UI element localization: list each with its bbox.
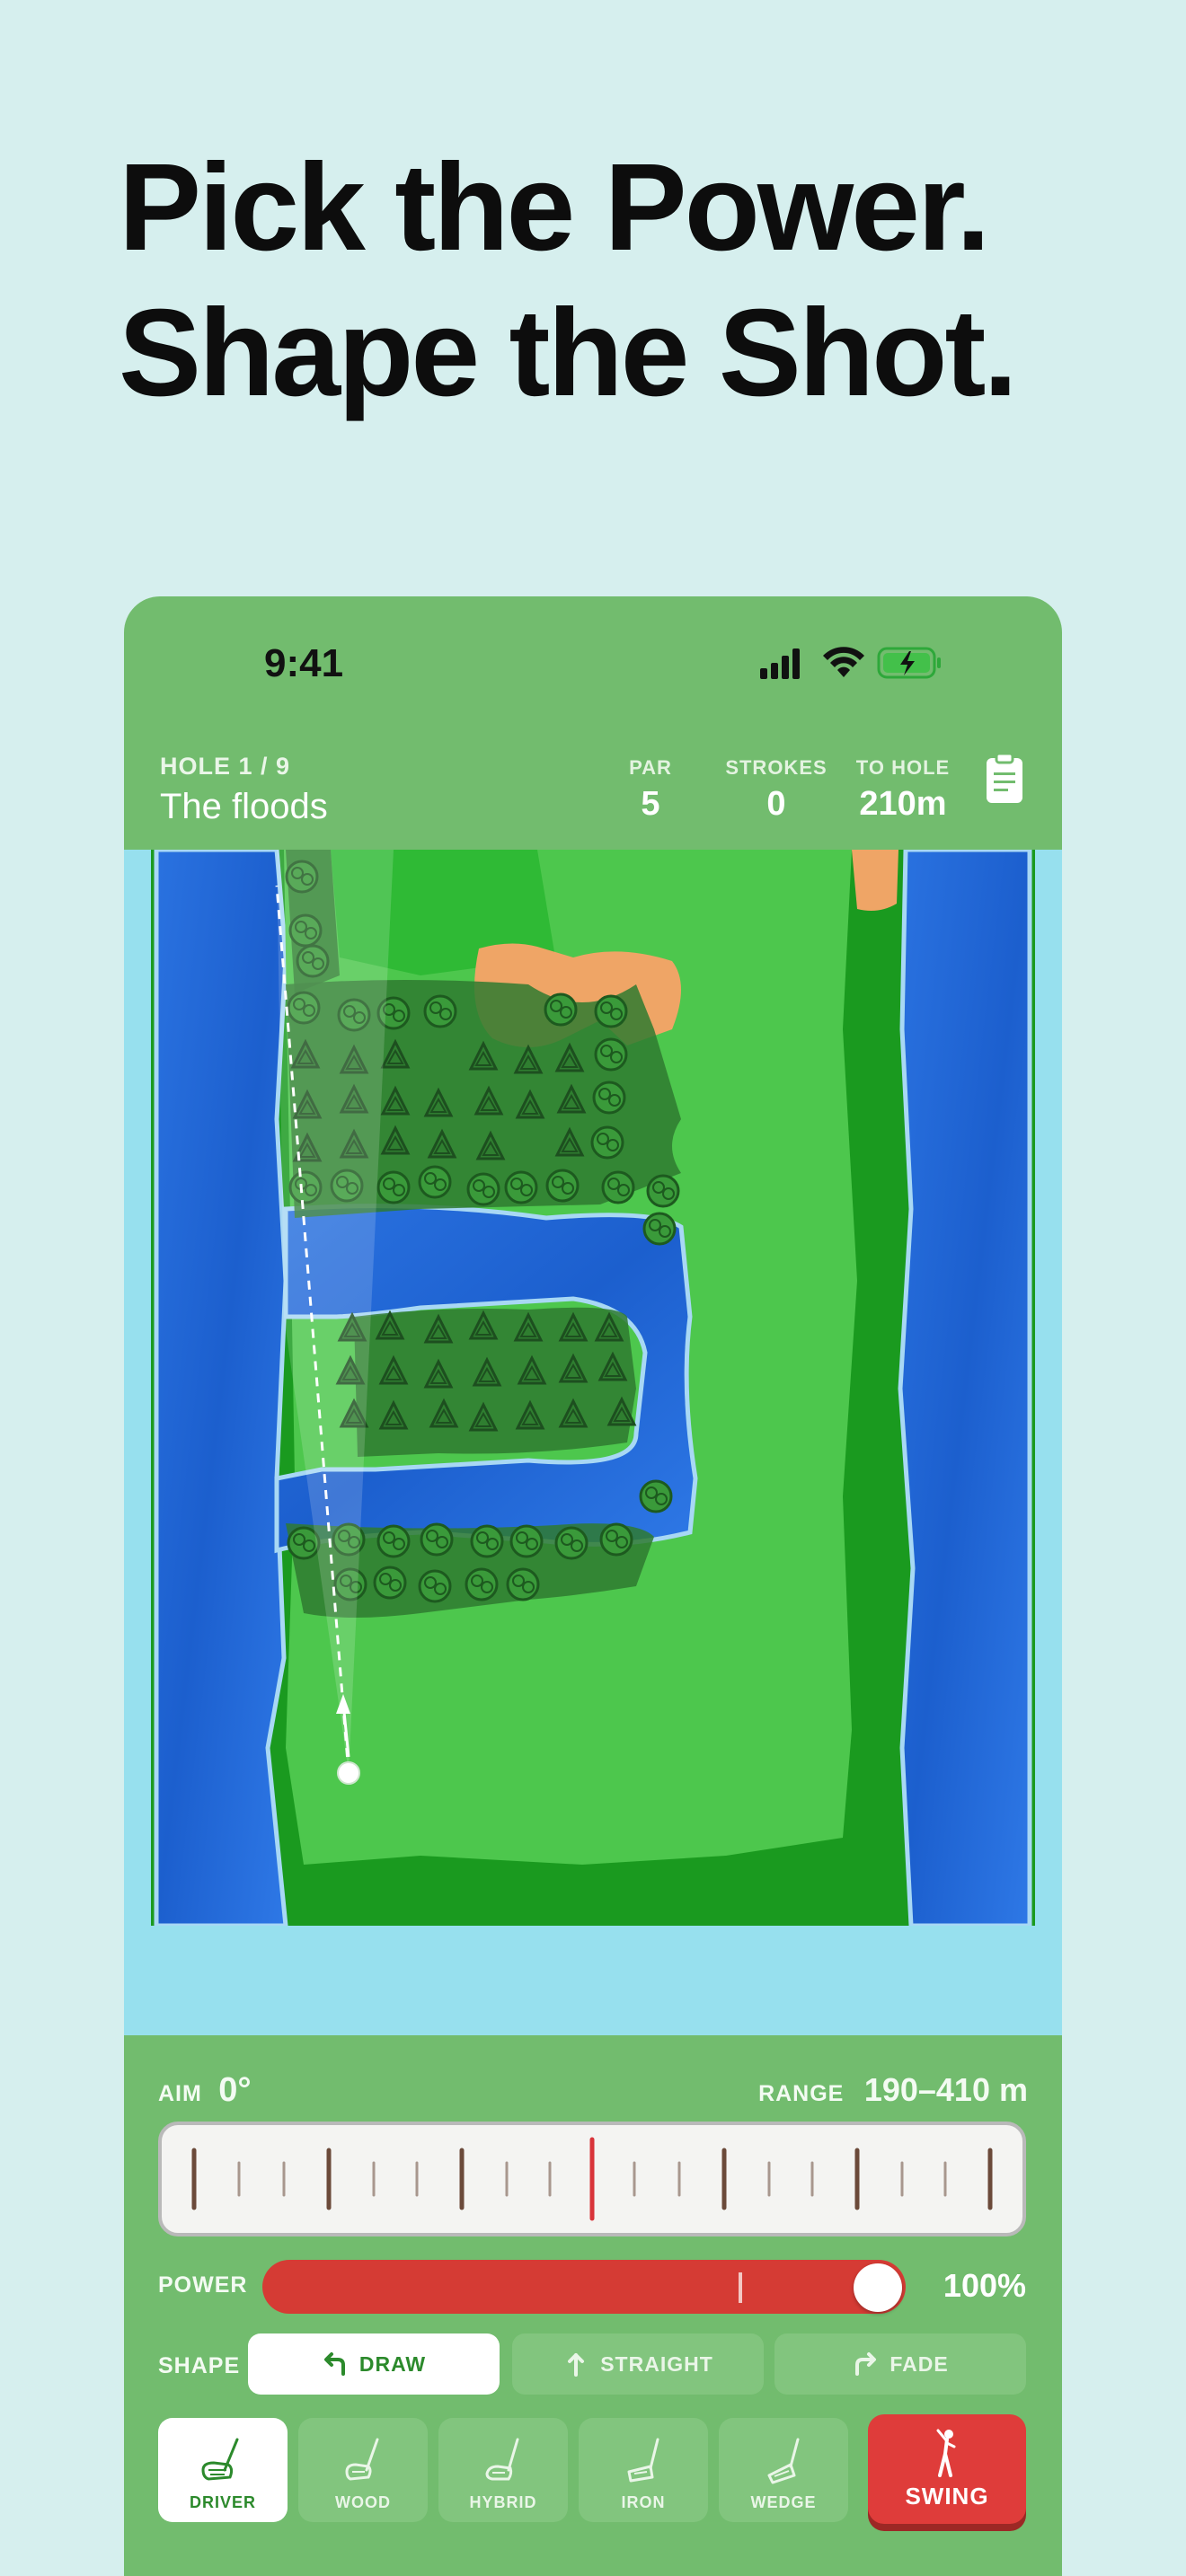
club-wood-button[interactable]: WOOD (298, 2418, 428, 2522)
aim-slider[interactable] (158, 2122, 1026, 2236)
club-driver-label: DRIVER (189, 2493, 256, 2511)
power-slider[interactable] (262, 2260, 906, 2314)
wood-club-icon (345, 2438, 379, 2481)
aim-ticks[interactable] (162, 2125, 1022, 2233)
to-hole-stat: TO HOLE 210m (845, 756, 961, 824)
hole-number: HOLE 1 / 9 (160, 753, 291, 780)
club-wedge-label: WEDGE (750, 2493, 817, 2511)
shape-row: SHAPE DRAW STRAIGHT FADE (158, 2333, 1026, 2395)
club-selector: DRIVER WOOD HYBRID IRON WEDGE SWING (158, 2414, 1026, 2526)
swing-button[interactable]: SWING (868, 2414, 1026, 2524)
power-row: POWER 100% (158, 2258, 1026, 2316)
strokes-label: STROKES (725, 756, 828, 779)
sand-bunker-top (852, 850, 898, 911)
shot-controls: AIM 0° RANGE 190–410 m POWER 100% SHAPE … (124, 2035, 1062, 2576)
range-readout: RANGE 190–410 m (758, 2071, 1028, 2109)
headline-line-2: Shape the Shot. (119, 284, 1018, 422)
power-slider-handle[interactable] (854, 2263, 902, 2312)
swing-label: SWING (905, 2483, 989, 2510)
range-value: 190–410 m (863, 2071, 1028, 2108)
shape-fade-label: FADE (890, 2351, 949, 2376)
shape-label: SHAPE (158, 2353, 241, 2378)
shape-straight-label: STRAIGHT (600, 2351, 713, 2376)
headline: Pick the Power. Shape the Shot. (119, 135, 1107, 426)
battery-charging-icon (877, 647, 941, 679)
club-driver-button[interactable]: DRIVER (158, 2418, 288, 2522)
aim-readout: AIM 0° (158, 2071, 252, 2110)
hybrid-club-icon (485, 2438, 519, 2481)
shape-draw-button[interactable]: DRAW (248, 2333, 500, 2395)
power-label: POWER (158, 2272, 248, 2298)
status-icons (760, 647, 941, 679)
hole-hud: HOLE 1 / 9 The floods PAR 5 STROKES 0 TO… (124, 740, 1062, 848)
water-right (898, 850, 1032, 1926)
headline-line-1: Pick the Power. (119, 138, 990, 277)
fade-arrow-icon (855, 2352, 877, 2376)
range-label: RANGE (758, 2081, 845, 2106)
driver-club-icon (201, 2438, 239, 2481)
par-stat: PAR 5 (615, 756, 686, 824)
to-hole-label: TO HOLE (855, 756, 951, 779)
par-label: PAR (629, 756, 672, 779)
golfer-swing-icon (936, 2429, 956, 2477)
water-left (154, 850, 288, 1926)
scorecard-clipboard-icon[interactable] (985, 753, 1024, 805)
golf-ball (337, 1761, 360, 1785)
signal-icon (760, 648, 800, 679)
power-sweet-spot-mark (739, 2272, 742, 2303)
power-value: 100% (943, 2267, 1026, 2304)
course-area (124, 850, 1062, 2035)
club-iron-label: IRON (621, 2493, 666, 2511)
draw-arrow-icon (323, 2352, 345, 2376)
club-wedge-button[interactable]: WEDGE (719, 2418, 848, 2522)
wifi-icon (823, 647, 864, 677)
shape-draw-label: DRAW (358, 2351, 427, 2376)
par-value: 5 (641, 785, 660, 823)
club-wood-label: WOOD (335, 2493, 391, 2511)
aim-label: AIM (158, 2081, 202, 2106)
club-hybrid-label: HYBRID (469, 2493, 537, 2511)
shape-fade-button[interactable]: FADE (774, 2333, 1026, 2395)
strokes-value: 0 (766, 785, 786, 823)
iron-club-icon (627, 2438, 659, 2483)
phone-screen: 9:41 HOLE 1 / 9 The floods PAR 5 STROKES… (124, 596, 1062, 2576)
status-bar: 9:41 (124, 596, 1062, 722)
club-iron-button[interactable]: IRON (579, 2418, 708, 2522)
aim-value: 0° (218, 2071, 252, 2109)
to-hole-value: 210m (859, 785, 947, 823)
hole-name: The floods (160, 787, 328, 826)
strokes-stat: STROKES 0 (713, 756, 839, 824)
shape-straight-button[interactable]: STRAIGHT (512, 2333, 764, 2395)
course-map[interactable] (151, 850, 1035, 1926)
wedge-club-icon (767, 2438, 800, 2484)
status-time: 9:41 (264, 641, 344, 685)
straight-arrow-icon (568, 2353, 585, 2377)
club-hybrid-button[interactable]: HYBRID (438, 2418, 568, 2522)
